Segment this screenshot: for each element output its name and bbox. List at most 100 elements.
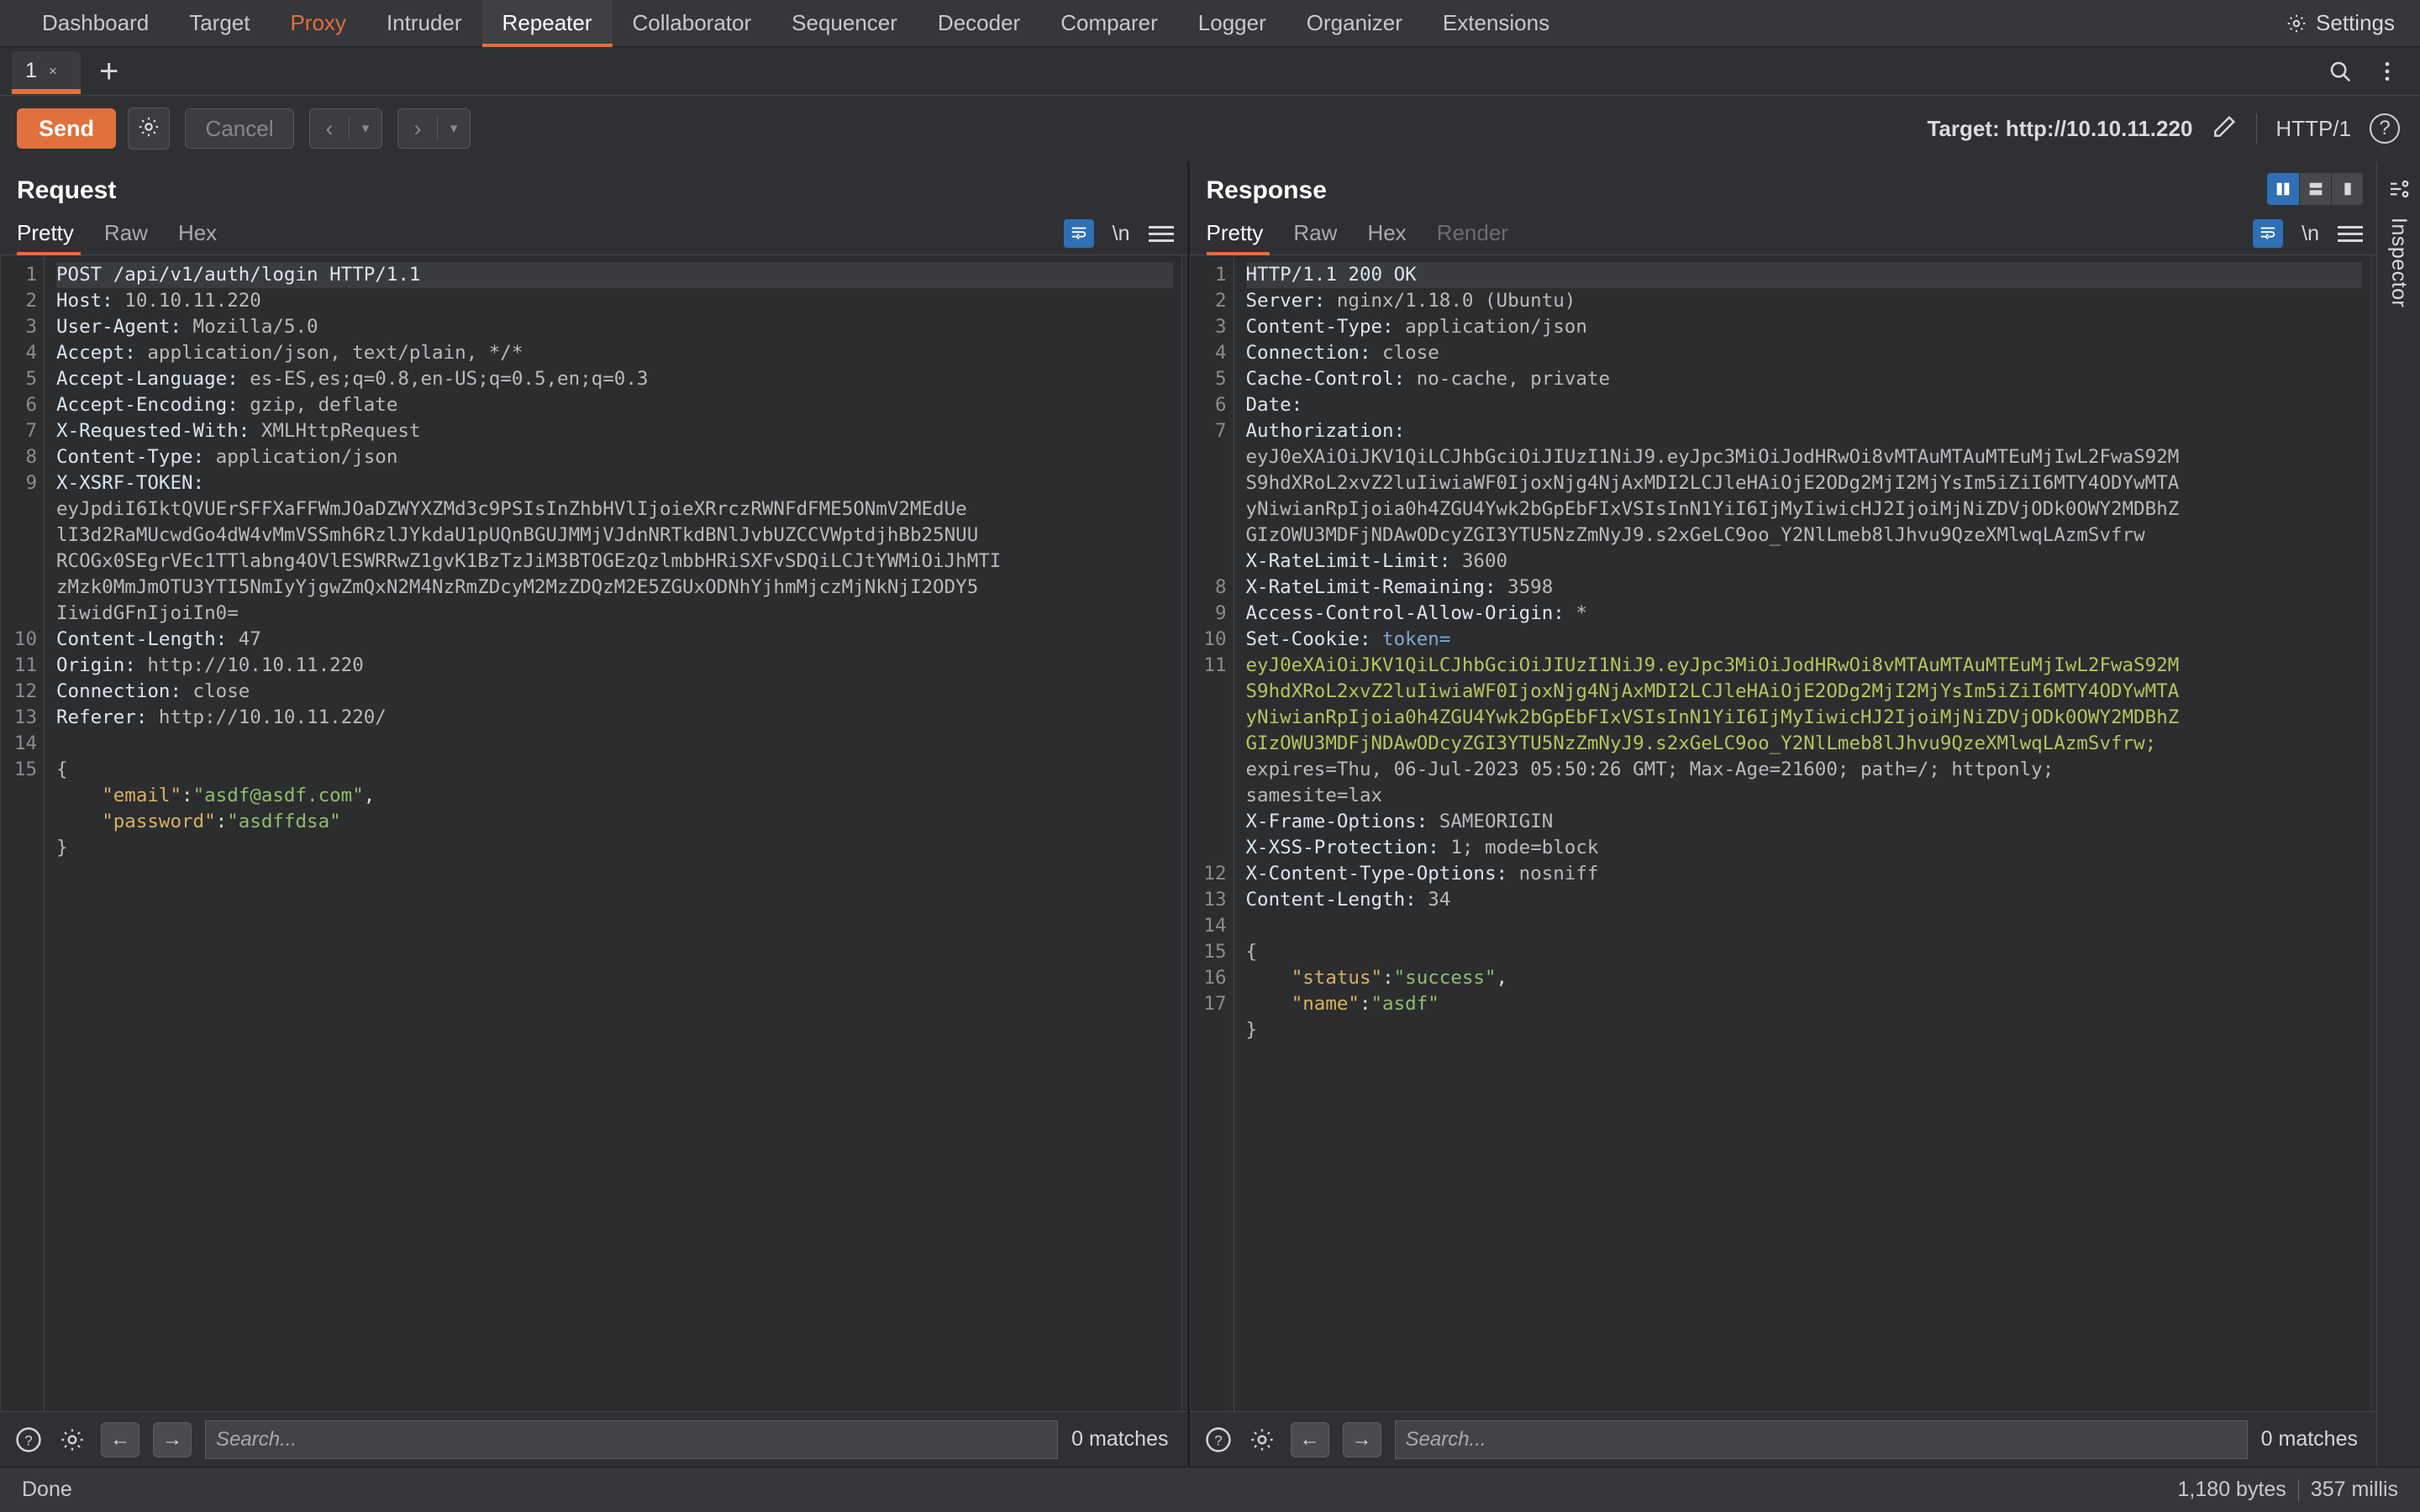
line-number (1199, 757, 1227, 783)
nav-item-target[interactable]: Target (169, 0, 270, 47)
cancel-button[interactable]: Cancel (185, 108, 295, 149)
hamburger-icon[interactable] (2338, 225, 2363, 242)
divider (2297, 1478, 2299, 1501)
line-number (9, 549, 37, 575)
code-line: Server: nginx/1.18.0 (Ubuntu) (1245, 290, 1576, 312)
code-line: Set-Cookie: token= (1245, 628, 1451, 650)
nav-item-sequencer[interactable]: Sequencer (771, 0, 918, 47)
line-number: 8 (1214, 576, 1227, 598)
arrow-right-icon[interactable]: → (153, 1421, 192, 1457)
nav-item-logger[interactable]: Logger (1178, 0, 1286, 47)
search-icon[interactable] (2328, 59, 2353, 84)
newline-toggle[interactable]: \n (1113, 222, 1130, 246)
add-tab-button[interactable]: + (99, 55, 118, 88)
line-number: 7 (25, 420, 37, 442)
nav-item-repeater[interactable]: Repeater (481, 0, 613, 47)
repeater-tab-label: 1 (25, 59, 37, 82)
repeater-tab-strip: 1 × + (0, 47, 2420, 96)
response-content[interactable]: HTTP/1.1 200 OK Server: nginx/1.18.0 (Ubu… (1234, 255, 2371, 1411)
nav-item-proxy[interactable]: Proxy (270, 0, 366, 47)
chevron-left-icon[interactable]: ‹ (310, 116, 349, 142)
line-number: 6 (25, 394, 37, 416)
nav-item-intruder[interactable]: Intruder (366, 0, 482, 47)
single-pane-icon[interactable] (2331, 173, 2363, 205)
nav-item-comparer[interactable]: Comparer (1040, 0, 1178, 47)
settings-label: Settings (2316, 10, 2395, 35)
code-line: Content-Length: 34 (1245, 889, 1451, 911)
code-line: yNiwianRpIjoia0h4ZGU4Ywk2bGpEbFIxVSIsInN… (1245, 498, 2180, 520)
help-icon[interactable]: ? (13, 1425, 44, 1455)
nav-item-dashboard[interactable]: Dashboard (22, 0, 169, 47)
hamburger-icon[interactable] (1148, 225, 1174, 242)
arrow-right-icon[interactable]: → (1342, 1421, 1381, 1457)
code-line: GIzOWU3MDFjNDAwODcyZGI3YTU5NzZmNyJ9.s2xG… (1245, 524, 2145, 546)
request-tab-hex[interactable]: Hex (163, 220, 232, 255)
line-number: 1 (25, 264, 37, 286)
gear-icon (2286, 13, 2307, 34)
code-line: Access-Control-Allow-Origin: * (1245, 602, 1587, 624)
back-button-group[interactable]: ‹ ▾ (309, 108, 383, 149)
code-line: POST /api/v1/auth/login HTTP/1.1 (56, 262, 1173, 288)
word-wrap-icon[interactable] (1063, 219, 1094, 248)
request-editor[interactable]: 1 2 3 4 5 6 7 8 9 10 11 12 13 14 15 POST /api/v1/auth/… (0, 255, 1182, 1411)
http-version-label[interactable]: HTTP/1 (2275, 116, 2351, 142)
split-horizontal-icon[interactable] (2299, 173, 2331, 205)
line-number (1199, 496, 1227, 522)
word-wrap-icon[interactable] (2253, 219, 2284, 248)
response-search-bar: ? ← → Search... 0 matches (1189, 1411, 2376, 1467)
send-button[interactable]: Send (17, 108, 117, 149)
code-line: Content-Type: application/json (1245, 316, 1587, 338)
request-tab-raw[interactable]: Raw (89, 220, 163, 255)
chevron-down-icon[interactable]: ▾ (438, 120, 470, 137)
code-line: zMzk0MmJmOTU3YTI5NmIyYjgwZmQxN2M4NzRmZDc… (56, 576, 979, 598)
newline-toggle[interactable]: \n (2302, 222, 2319, 246)
line-number: 15 (13, 759, 37, 780)
gear-icon[interactable] (57, 1425, 87, 1455)
code-line: IiwidGFnIjoiIn0= (56, 602, 239, 624)
line-number (9, 522, 37, 549)
line-number: 7 (1214, 420, 1227, 442)
code-line: Connection: close (56, 680, 250, 702)
arrow-left-icon[interactable]: ← (1290, 1421, 1329, 1457)
settings-button[interactable]: Settings (2286, 10, 2395, 36)
line-number: 10 (1203, 628, 1227, 650)
line-number (1199, 470, 1227, 496)
send-options-button[interactable] (128, 108, 171, 150)
vertical-dots-icon[interactable] (2375, 59, 2400, 84)
split-vertical-icon[interactable] (2267, 173, 2299, 205)
line-number: 1 (1214, 264, 1227, 286)
chevron-down-icon[interactable]: ▾ (350, 120, 381, 137)
request-search-input[interactable]: Search... (205, 1420, 1059, 1459)
arrow-left-icon[interactable]: ← (101, 1421, 139, 1457)
nav-item-extensions[interactable]: Extensions (1423, 0, 1570, 47)
inspector-rail[interactable]: Inspector (2376, 161, 2420, 1467)
chevron-right-icon[interactable]: › (398, 116, 437, 142)
close-icon[interactable]: × (49, 63, 57, 80)
response-search-input[interactable]: Search... (1394, 1420, 2248, 1459)
request-content[interactable]: POST /api/v1/auth/login HTTP/1.1 Host: 10… (45, 255, 1181, 1411)
line-number: 2 (1214, 290, 1227, 312)
response-tab-raw[interactable]: Raw (1278, 220, 1352, 255)
nav-item-collaborator[interactable]: Collaborator (613, 0, 772, 47)
code-line: "name":"asdf" (1291, 993, 1439, 1015)
help-icon[interactable]: ? (1203, 1425, 1234, 1455)
response-tab-hex[interactable]: Hex (1352, 220, 1421, 255)
repeater-tab-1[interactable]: 1 × (12, 50, 81, 94)
code-line: samesite=lax (1245, 785, 1383, 806)
nav-item-organizer[interactable]: Organizer (1286, 0, 1423, 47)
main-navigation-bar: Dashboard Target Proxy Intruder Repeater Coll… (0, 0, 2420, 47)
request-tab-pretty[interactable]: Pretty (17, 220, 89, 255)
code-line: } (56, 837, 68, 858)
help-icon[interactable]: ? (2370, 113, 2400, 144)
forward-button-group[interactable]: › ▾ (397, 108, 471, 149)
code-line: "password":"asdffdsa" (102, 811, 341, 832)
line-number (9, 496, 37, 522)
gear-icon[interactable] (1247, 1425, 1277, 1455)
response-editor[interactable]: 1 2 3 4 5 6 7 8 9 10 11 12 13 14 15 16 17 HTTP/1.1 200 O… (1189, 255, 2371, 1411)
line-number: 5 (1214, 368, 1227, 390)
line-number (9, 575, 37, 601)
response-tab-pretty[interactable]: Pretty (1206, 220, 1279, 255)
pencil-icon[interactable] (2211, 113, 2238, 144)
nav-item-decoder[interactable]: Decoder (918, 0, 1040, 47)
